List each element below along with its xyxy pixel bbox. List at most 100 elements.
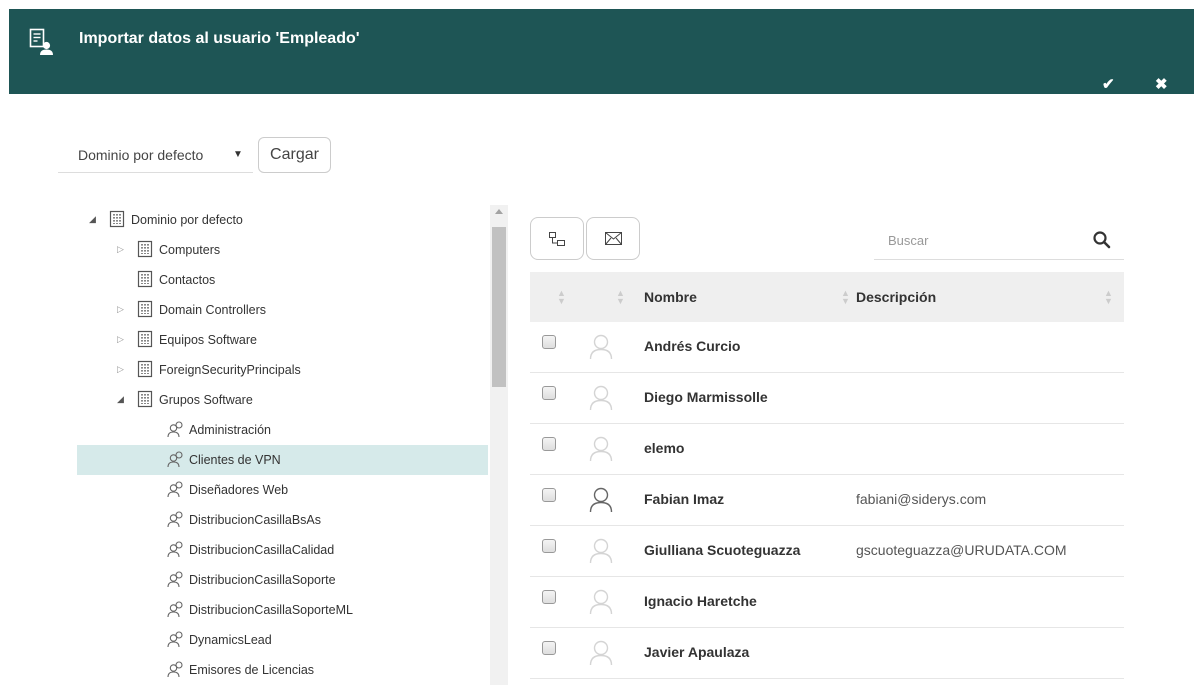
tree-node-label: DistribucionCasillaCalidad bbox=[189, 543, 335, 557]
tree-node-label: Administración bbox=[189, 423, 271, 437]
caret-down-icon: ▼ bbox=[233, 149, 243, 160]
row-checkbox[interactable] bbox=[542, 641, 556, 655]
tree-node[interactable]: ▷ Domain Controllers bbox=[77, 295, 488, 325]
sort-nombre-icon[interactable]: ▲ ▼ bbox=[841, 289, 850, 306]
building-icon bbox=[137, 240, 153, 258]
search-icon[interactable] bbox=[1093, 231, 1111, 249]
sort-avatar-column-icon[interactable]: ▲ ▼ bbox=[616, 289, 625, 306]
tree-node-label: Emisores de Licencias bbox=[189, 663, 315, 677]
tree-node-label: Equipos Software bbox=[159, 333, 257, 347]
user-avatar-icon bbox=[589, 383, 613, 411]
tree-node[interactable]: ◢ Grupos Software bbox=[77, 385, 488, 415]
building-icon bbox=[137, 390, 153, 408]
table-row[interactable]: Ignacio Haretche bbox=[530, 577, 1124, 628]
user-name[interactable]: Giulliana Scuoteguazza bbox=[644, 542, 800, 558]
domain-select-value: Dominio por defecto bbox=[78, 147, 204, 163]
user-name[interactable]: elemo bbox=[644, 440, 684, 456]
close-icon[interactable]: ✖ bbox=[1155, 76, 1168, 93]
row-checkbox[interactable] bbox=[542, 386, 556, 400]
group-icon bbox=[167, 630, 183, 648]
user-description: fabiani@siderys.com bbox=[856, 491, 987, 507]
user-name[interactable]: Ignacio Haretche bbox=[644, 593, 757, 609]
row-checkbox[interactable] bbox=[542, 437, 556, 451]
collapsed-toggle-icon[interactable]: ▷ bbox=[117, 244, 124, 255]
scrollbar-thumb[interactable] bbox=[492, 227, 506, 387]
tree-view-icon bbox=[549, 232, 565, 246]
row-checkbox[interactable] bbox=[542, 335, 556, 349]
tree-node-label: Diseñadores Web bbox=[189, 483, 289, 497]
tree-node[interactable]: ◢ Dominio por defecto bbox=[77, 205, 488, 235]
tree-scrollbar[interactable] bbox=[490, 205, 508, 685]
tree-node[interactable]: Contactos bbox=[77, 265, 488, 295]
tree-node[interactable]: ▷ Computers bbox=[77, 235, 488, 265]
table-row[interactable]: elemo bbox=[530, 424, 1124, 475]
tree-node[interactable]: Emisores de Licencias bbox=[77, 655, 488, 685]
collapsed-toggle-icon[interactable]: ▷ bbox=[117, 334, 124, 345]
tree-node[interactable]: ▷ ForeignSecurityPrincipals bbox=[77, 355, 488, 385]
user-description: gscuoteguazza@URUDATA.COM bbox=[856, 542, 1067, 558]
column-header-descripcion[interactable]: Descripción bbox=[856, 289, 936, 305]
tree-node-label: Contactos bbox=[159, 273, 216, 287]
group-icon bbox=[167, 450, 183, 468]
table-row[interactable]: Javier Apaulaza bbox=[530, 628, 1124, 679]
grid-header: ▲ ▼ ▲ ▼ Nombre ▲ ▼ Descripción ▲ ▼ bbox=[530, 272, 1124, 322]
table-row[interactable]: Diego Marmissolle bbox=[530, 373, 1124, 424]
user-name[interactable]: Andrés Curcio bbox=[644, 338, 740, 354]
building-icon bbox=[109, 210, 125, 228]
building-icon bbox=[137, 360, 153, 378]
tree-node-label: ForeignSecurityPrincipals bbox=[159, 363, 301, 377]
row-checkbox[interactable] bbox=[542, 488, 556, 502]
send-mail-button[interactable] bbox=[586, 217, 640, 260]
close-button[interactable]: ✖ bbox=[1155, 77, 1168, 93]
tree-view-button[interactable] bbox=[530, 217, 584, 260]
tree-node[interactable]: Diseñadores Web bbox=[77, 475, 488, 505]
tree-node-label: Grupos Software bbox=[159, 393, 253, 407]
user-avatar-icon bbox=[589, 485, 613, 513]
tree-node[interactable]: DynamicsLead bbox=[77, 625, 488, 655]
table-row[interactable]: Andrés Curcio bbox=[530, 322, 1124, 373]
import-user-icon bbox=[29, 28, 53, 55]
sort-descripcion-icon[interactable]: ▲ ▼ bbox=[1104, 289, 1113, 306]
tree-node-label: DynamicsLead bbox=[189, 633, 272, 647]
tree-node[interactable]: DistribucionCasillaSoporte bbox=[77, 565, 488, 595]
row-checkbox[interactable] bbox=[542, 590, 556, 604]
tree-node[interactable]: ▷ Equipos Software bbox=[77, 325, 488, 355]
tree-node[interactable]: Administración bbox=[77, 415, 488, 445]
envelope-icon bbox=[605, 232, 622, 245]
column-header-nombre[interactable]: Nombre bbox=[644, 289, 697, 305]
check-icon[interactable]: ✔ bbox=[1102, 76, 1115, 93]
group-icon bbox=[167, 600, 183, 618]
user-avatar-icon bbox=[589, 332, 613, 360]
tree-node-label: DistribucionCasillaBsAs bbox=[189, 513, 321, 527]
grid-body: Andrés Curcio Diego Marmissolle elemo Fabia… bbox=[530, 322, 1124, 679]
tree-node-label: Clientes de VPN bbox=[189, 453, 281, 467]
user-name[interactable]: Javier Apaulaza bbox=[644, 644, 749, 660]
tree-node[interactable]: DistribucionCasillaBsAs bbox=[77, 505, 488, 535]
tree-node-label: Computers bbox=[159, 243, 221, 257]
table-row[interactable]: Fabian Imaz fabiani@siderys.com bbox=[530, 475, 1124, 526]
table-row[interactable]: Giulliana Scuoteguazza gscuoteguazza@URUD… bbox=[530, 526, 1124, 577]
tree-node[interactable]: DistribucionCasillaCalidad bbox=[77, 535, 488, 565]
tree-node[interactable]: Clientes de VPN bbox=[77, 445, 488, 475]
group-icon bbox=[167, 660, 183, 678]
user-name[interactable]: Fabian Imaz bbox=[644, 491, 724, 507]
user-name[interactable]: Diego Marmissolle bbox=[644, 389, 768, 405]
tree-node-label: Domain Controllers bbox=[159, 303, 266, 317]
scroll-up-arrow-icon[interactable] bbox=[495, 209, 503, 214]
tree-node[interactable]: DistribucionCasillaSoporteML bbox=[77, 595, 488, 625]
group-icon bbox=[167, 510, 183, 528]
sort-select-column-icon[interactable]: ▲ ▼ bbox=[557, 289, 566, 306]
row-checkbox[interactable] bbox=[542, 539, 556, 553]
search-box bbox=[874, 222, 1124, 260]
expanded-toggle-icon[interactable]: ◢ bbox=[89, 214, 96, 225]
collapsed-toggle-icon[interactable]: ▷ bbox=[117, 364, 124, 375]
load-button[interactable]: Cargar bbox=[258, 137, 331, 173]
search-input[interactable] bbox=[874, 222, 1084, 258]
tree-node-label: Dominio por defecto bbox=[131, 213, 243, 227]
expanded-toggle-icon[interactable]: ◢ bbox=[117, 394, 124, 405]
user-avatar-icon bbox=[589, 587, 613, 615]
collapsed-toggle-icon[interactable]: ▷ bbox=[117, 304, 124, 315]
user-avatar-icon bbox=[589, 638, 613, 666]
confirm-button[interactable]: ✔ bbox=[1102, 77, 1115, 93]
domain-select[interactable]: Dominio por defecto ▼ bbox=[58, 137, 253, 173]
